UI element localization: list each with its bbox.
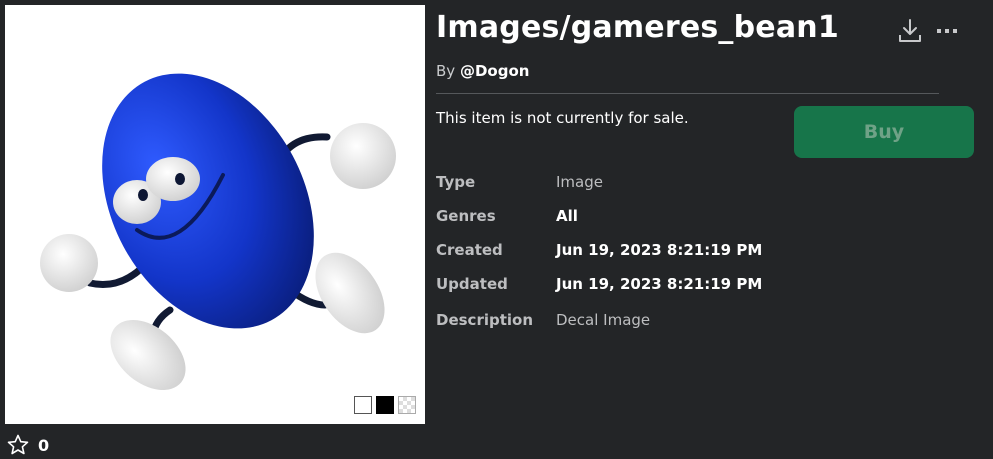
detail-label: Description [436, 311, 534, 329]
creator-line: By @Dogon [436, 62, 529, 80]
detail-label: Genres [436, 207, 496, 225]
detail-value: Jun 19, 2023 8:21:19 PM [556, 275, 763, 293]
detail-row-description: Description Decal Image [436, 311, 650, 329]
more-options-icon[interactable] [936, 21, 958, 41]
bean-character-image [40, 73, 396, 390]
detail-value: Image [556, 173, 603, 191]
white-background-button[interactable] [354, 396, 372, 414]
detail-row-created: Created Jun 19, 2023 8:21:19 PM [436, 241, 762, 259]
detail-label: Type [436, 173, 476, 191]
detail-label: Updated [436, 275, 508, 293]
detail-row-genres: Genres All [436, 207, 578, 225]
black-background-button[interactable] [376, 396, 394, 414]
creator-link[interactable]: @Dogon [460, 62, 529, 80]
by-label: By [436, 62, 456, 80]
header-divider [436, 93, 939, 94]
download-icon[interactable] [898, 18, 922, 44]
star-icon [7, 434, 29, 455]
favorite-count: 0 [38, 435, 50, 455]
detail-value: Decal Image [556, 311, 651, 329]
detail-row-updated: Updated Jun 19, 2023 8:21:19 PM [436, 275, 762, 293]
detail-value: All [556, 207, 578, 225]
detail-row-type: Type Image [436, 173, 603, 191]
background-swatches [354, 396, 416, 414]
item-title: Images/gameres_bean1 [436, 10, 839, 45]
transparent-background-button[interactable] [398, 396, 416, 414]
buy-button[interactable]: Buy [794, 106, 974, 158]
item-thumbnail [5, 5, 425, 424]
favorite-button[interactable]: 0 [6, 433, 49, 457]
sale-status: This item is not currently for sale. [436, 109, 689, 127]
detail-value: Jun 19, 2023 8:21:19 PM [556, 241, 763, 259]
detail-label: Created [436, 241, 503, 259]
